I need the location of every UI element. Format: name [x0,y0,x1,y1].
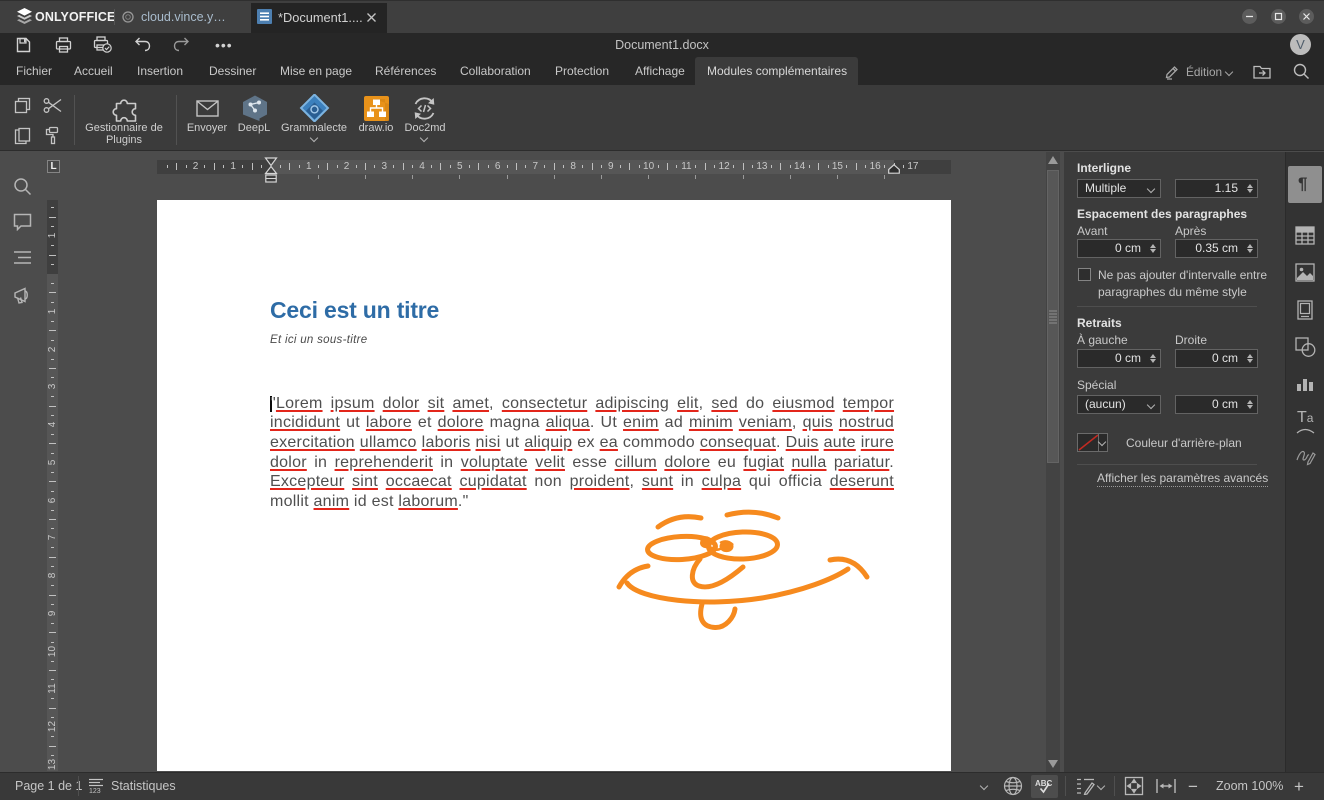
svg-text:123: 123 [89,788,101,794]
svg-text:ABC: ABC [1035,779,1053,788]
